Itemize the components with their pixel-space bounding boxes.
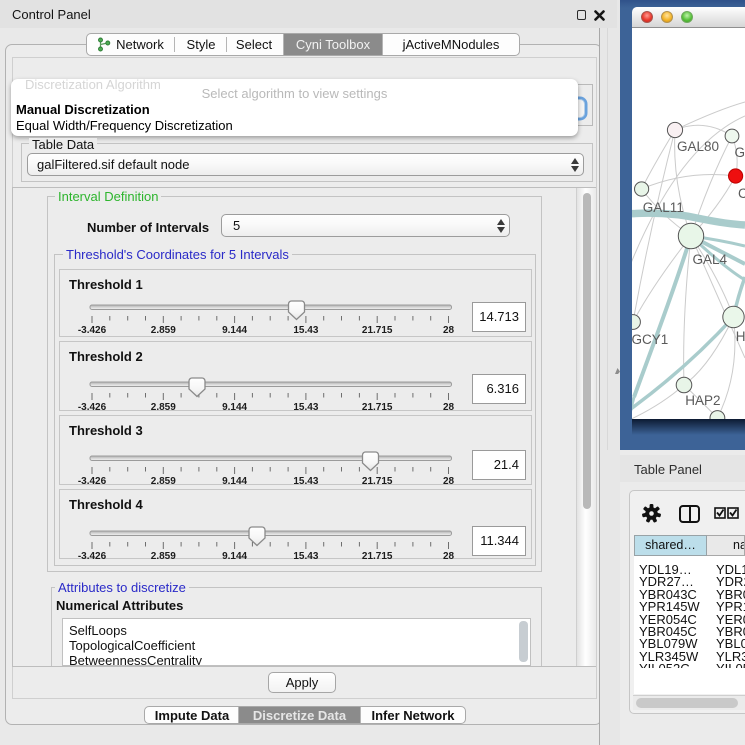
- svg-text:GA: GA: [735, 145, 745, 160]
- svg-text:GCY1: GCY1: [632, 332, 668, 347]
- svg-text:21.715: 21.715: [362, 476, 393, 485]
- svg-text:2.859: 2.859: [151, 476, 176, 485]
- svg-text:-3.426: -3.426: [78, 476, 107, 485]
- svg-text:21.715: 21.715: [362, 402, 393, 411]
- svg-text:9.144: 9.144: [222, 402, 247, 411]
- svg-text:GAL80: GAL80: [677, 139, 719, 154]
- svg-text:15.43: 15.43: [293, 551, 318, 559]
- svg-text:2.859: 2.859: [151, 551, 176, 559]
- svg-text:21.715: 21.715: [362, 551, 393, 559]
- svg-text:-3.426: -3.426: [78, 551, 107, 559]
- svg-text:H: H: [736, 329, 745, 344]
- svg-text:2.859: 2.859: [151, 402, 176, 411]
- svg-text:2.859: 2.859: [151, 325, 176, 336]
- svg-text:28: 28: [443, 325, 455, 336]
- svg-text:9.144: 9.144: [222, 551, 247, 559]
- svg-text:9.144: 9.144: [222, 325, 247, 336]
- svg-text:C: C: [738, 186, 745, 201]
- svg-text:28: 28: [443, 551, 455, 559]
- svg-text:-3.426: -3.426: [78, 325, 107, 336]
- svg-text:HAP2: HAP2: [685, 393, 720, 408]
- svg-text:21.715: 21.715: [362, 325, 393, 336]
- svg-text:-3.426: -3.426: [78, 402, 107, 411]
- svg-text:15.43: 15.43: [293, 325, 318, 336]
- svg-text:GAL4: GAL4: [693, 252, 728, 267]
- svg-text:GAL11: GAL11: [643, 200, 684, 215]
- svg-text:28: 28: [443, 402, 455, 411]
- svg-text:15.43: 15.43: [293, 476, 318, 485]
- svg-text:28: 28: [443, 476, 455, 485]
- svg-text:15.43: 15.43: [293, 402, 318, 411]
- svg-text:9.144: 9.144: [222, 476, 247, 485]
